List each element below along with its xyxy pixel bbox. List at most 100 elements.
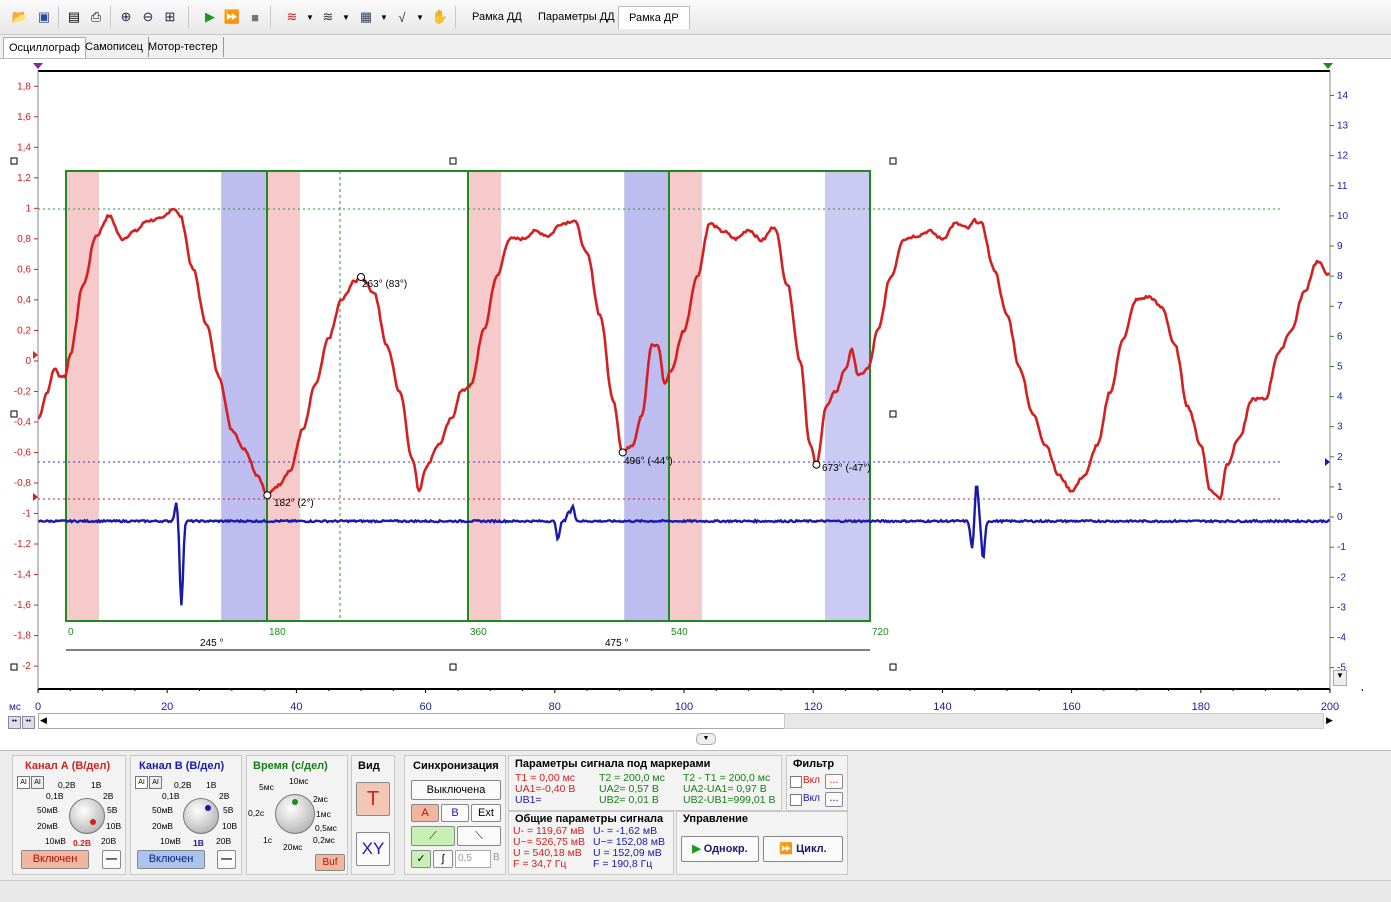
filter-a-settings-button[interactable]: ... — [825, 774, 843, 789]
phase-marker — [618, 448, 627, 457]
plot-canvas[interactable]: 1,8 1,6 1,4 1,2 1 0,8 0,6 0,4 0,2 0 -0,2 -0,4 -0,6 -0… — [0, 59, 1391, 751]
single-run-label: Однокр. — [703, 843, 748, 855]
channel-b-enable-button[interactable]: Включен — [137, 850, 205, 869]
knob-label: 5В — [107, 805, 118, 815]
zoom-out-x-icon[interactable]: •• — [8, 716, 21, 729]
knob-label: 20В — [101, 836, 117, 846]
scroll-right-icon[interactable]: ▶ — [1326, 715, 1333, 726]
start-icon[interactable]: ▶ — [200, 7, 220, 27]
zoom-fit-icon[interactable]: ⊞ — [160, 7, 180, 27]
level-mode-icon[interactable]: ∫ — [433, 850, 453, 868]
save-icon[interactable]: ▣ — [34, 7, 54, 27]
math-function-icon[interactable]: √ — [392, 7, 412, 27]
scroll-left-icon[interactable]: ◀ — [40, 715, 47, 726]
view-group: Вид T XY — [351, 755, 395, 875]
right-tick-label: 10 — [1337, 211, 1349, 222]
sync-mode-button[interactable]: Выключена — [411, 780, 501, 800]
knob-label: 10В — [106, 821, 122, 831]
zoom-in-icon[interactable]: ⊕ — [116, 7, 136, 27]
tab-frame-dd[interactable]: Рамка ДД — [462, 6, 532, 28]
x-tick-label: 80 — [549, 701, 561, 713]
chevron-down-icon[interactable]: ▼ — [300, 7, 320, 27]
buffer-button[interactable]: Buf — [315, 854, 345, 871]
knob-label: 1В — [91, 780, 102, 790]
tab-motor-tester[interactable]: Мотор-тестер — [143, 37, 224, 57]
tab-recorder[interactable]: Самописец — [80, 37, 149, 57]
channel-b-volts-knob[interactable] — [183, 798, 219, 834]
channel-a-volts-knob[interactable] — [69, 798, 105, 834]
knob-label: 5В — [223, 805, 234, 815]
filter-title: Фильтр — [793, 758, 835, 770]
open-icon[interactable]: 📂 — [10, 7, 30, 27]
tab-frame-dr[interactable]: Рамка ДР — [618, 6, 690, 29]
dc-coupling-icon[interactable]: AI — [149, 776, 162, 789]
chevron-down-icon[interactable]: ▼ — [336, 7, 356, 27]
sync-channel-a-button[interactable]: A — [411, 804, 439, 822]
print-icon[interactable]: ⎙ — [86, 7, 106, 27]
knob-label: 1В — [206, 780, 217, 790]
filter-a-checkbox[interactable] — [790, 776, 802, 788]
knob-label: 10мс — [289, 776, 309, 786]
param-b-freq: F = 190,8 Гц — [593, 858, 653, 870]
left-tick-label: 0,4 — [17, 295, 31, 306]
print-preview-icon[interactable]: ▤ — [64, 7, 84, 27]
resize-handle — [889, 410, 897, 418]
stop-icon[interactable]: ■ — [245, 7, 265, 27]
xy-view-button[interactable]: XY — [356, 832, 390, 866]
oscilloscope-plot[interactable]: 1,8 1,6 1,4 1,2 1 0,8 0,6 0,4 0,2 0 -0,2 -0,4 -0,6 -0… — [0, 58, 1391, 751]
signal-tool-2-icon[interactable]: ≋ — [318, 7, 338, 27]
chevron-down-icon[interactable]: ▼ — [374, 7, 394, 27]
view-title: Вид — [358, 760, 380, 772]
right-tick-label: -1 — [1337, 542, 1346, 553]
zoom-in-x-icon[interactable]: •• — [22, 716, 35, 729]
channel-b-value: 1В — [193, 838, 204, 848]
scroll-down-icon[interactable]: ▼ — [1333, 670, 1347, 686]
channel-a-invert-button[interactable]: — — [102, 850, 121, 869]
zoom-out-icon[interactable]: ⊖ — [138, 7, 158, 27]
channel-a-enable-button[interactable]: Включен — [21, 850, 89, 869]
auto-level-icon[interactable]: ✓ — [411, 850, 431, 868]
left-tick-label: -0,8 — [14, 478, 32, 489]
sync-level-input[interactable]: 0,5 — [455, 850, 491, 868]
time-base-knob[interactable] — [275, 794, 315, 834]
rising-edge-icon[interactable]: ⟋ — [411, 826, 455, 846]
channel-b-invert-button[interactable]: — — [217, 850, 236, 869]
x-tick-label: 20 — [161, 701, 173, 713]
time-view-button[interactable]: T — [356, 782, 390, 816]
dc-coupling-icon[interactable]: AI — [31, 776, 44, 789]
horizontal-scrollbar-thumb[interactable] — [38, 713, 786, 729]
tab-params-dd[interactable]: Параметры ДД — [528, 6, 625, 28]
calculator-icon[interactable]: ▦ — [356, 7, 376, 27]
cycle-run-button[interactable]: ⏩ Цикл. — [763, 836, 843, 862]
ac-coupling-icon[interactable]: AI — [135, 776, 148, 789]
sync-channel-b-button[interactable]: B — [441, 804, 469, 822]
zone-red — [267, 171, 300, 621]
horizontal-scrollbar-track[interactable] — [784, 713, 1324, 729]
signal-tool-icon[interactable]: ≋ — [282, 7, 302, 27]
knob-label: 10мВ — [160, 836, 181, 846]
falling-edge-icon[interactable]: ⟍ — [457, 826, 501, 846]
zone-red — [468, 171, 501, 621]
chevron-down-icon[interactable]: ▼ — [410, 7, 430, 27]
knob-label: 0,5мс — [315, 823, 337, 833]
marker-params-group: Параметры сигнала под маркерами T1 = 0,0… — [508, 755, 782, 811]
right-tick-label: 1 — [1337, 482, 1343, 493]
right-tick-label: 2 — [1337, 452, 1343, 463]
sync-ext-button[interactable]: Ext — [471, 804, 501, 822]
tab-oscilloscope[interactable]: Осциллограф — [3, 37, 86, 58]
degree-label: 180 — [269, 627, 286, 638]
filter-b-settings-button[interactable]: ... — [825, 792, 843, 807]
filter-b-checkbox[interactable] — [790, 794, 802, 806]
right-tick-label: 14 — [1337, 90, 1349, 101]
collapse-panel-icon[interactable]: ▼ — [696, 733, 716, 745]
ac-coupling-icon[interactable]: AI — [17, 776, 30, 789]
fast-start-icon[interactable]: ⏩ — [222, 7, 242, 27]
param-a-freq: F = 34,7 Гц — [513, 858, 567, 870]
right-tick-label: 11 — [1337, 181, 1348, 192]
knob-label: 0,2с — [248, 808, 265, 818]
single-run-button[interactable]: ▶ Однокр. — [681, 836, 759, 862]
settings-icon[interactable]: ✋ — [430, 7, 450, 27]
channel-b-group: Канал В (В/дел) AI AI 0,2В 1В 0,1В 2В 50… — [130, 755, 242, 875]
phase-marker-label: 182° (2°) — [274, 498, 314, 509]
sync-level-unit: В — [493, 852, 500, 863]
